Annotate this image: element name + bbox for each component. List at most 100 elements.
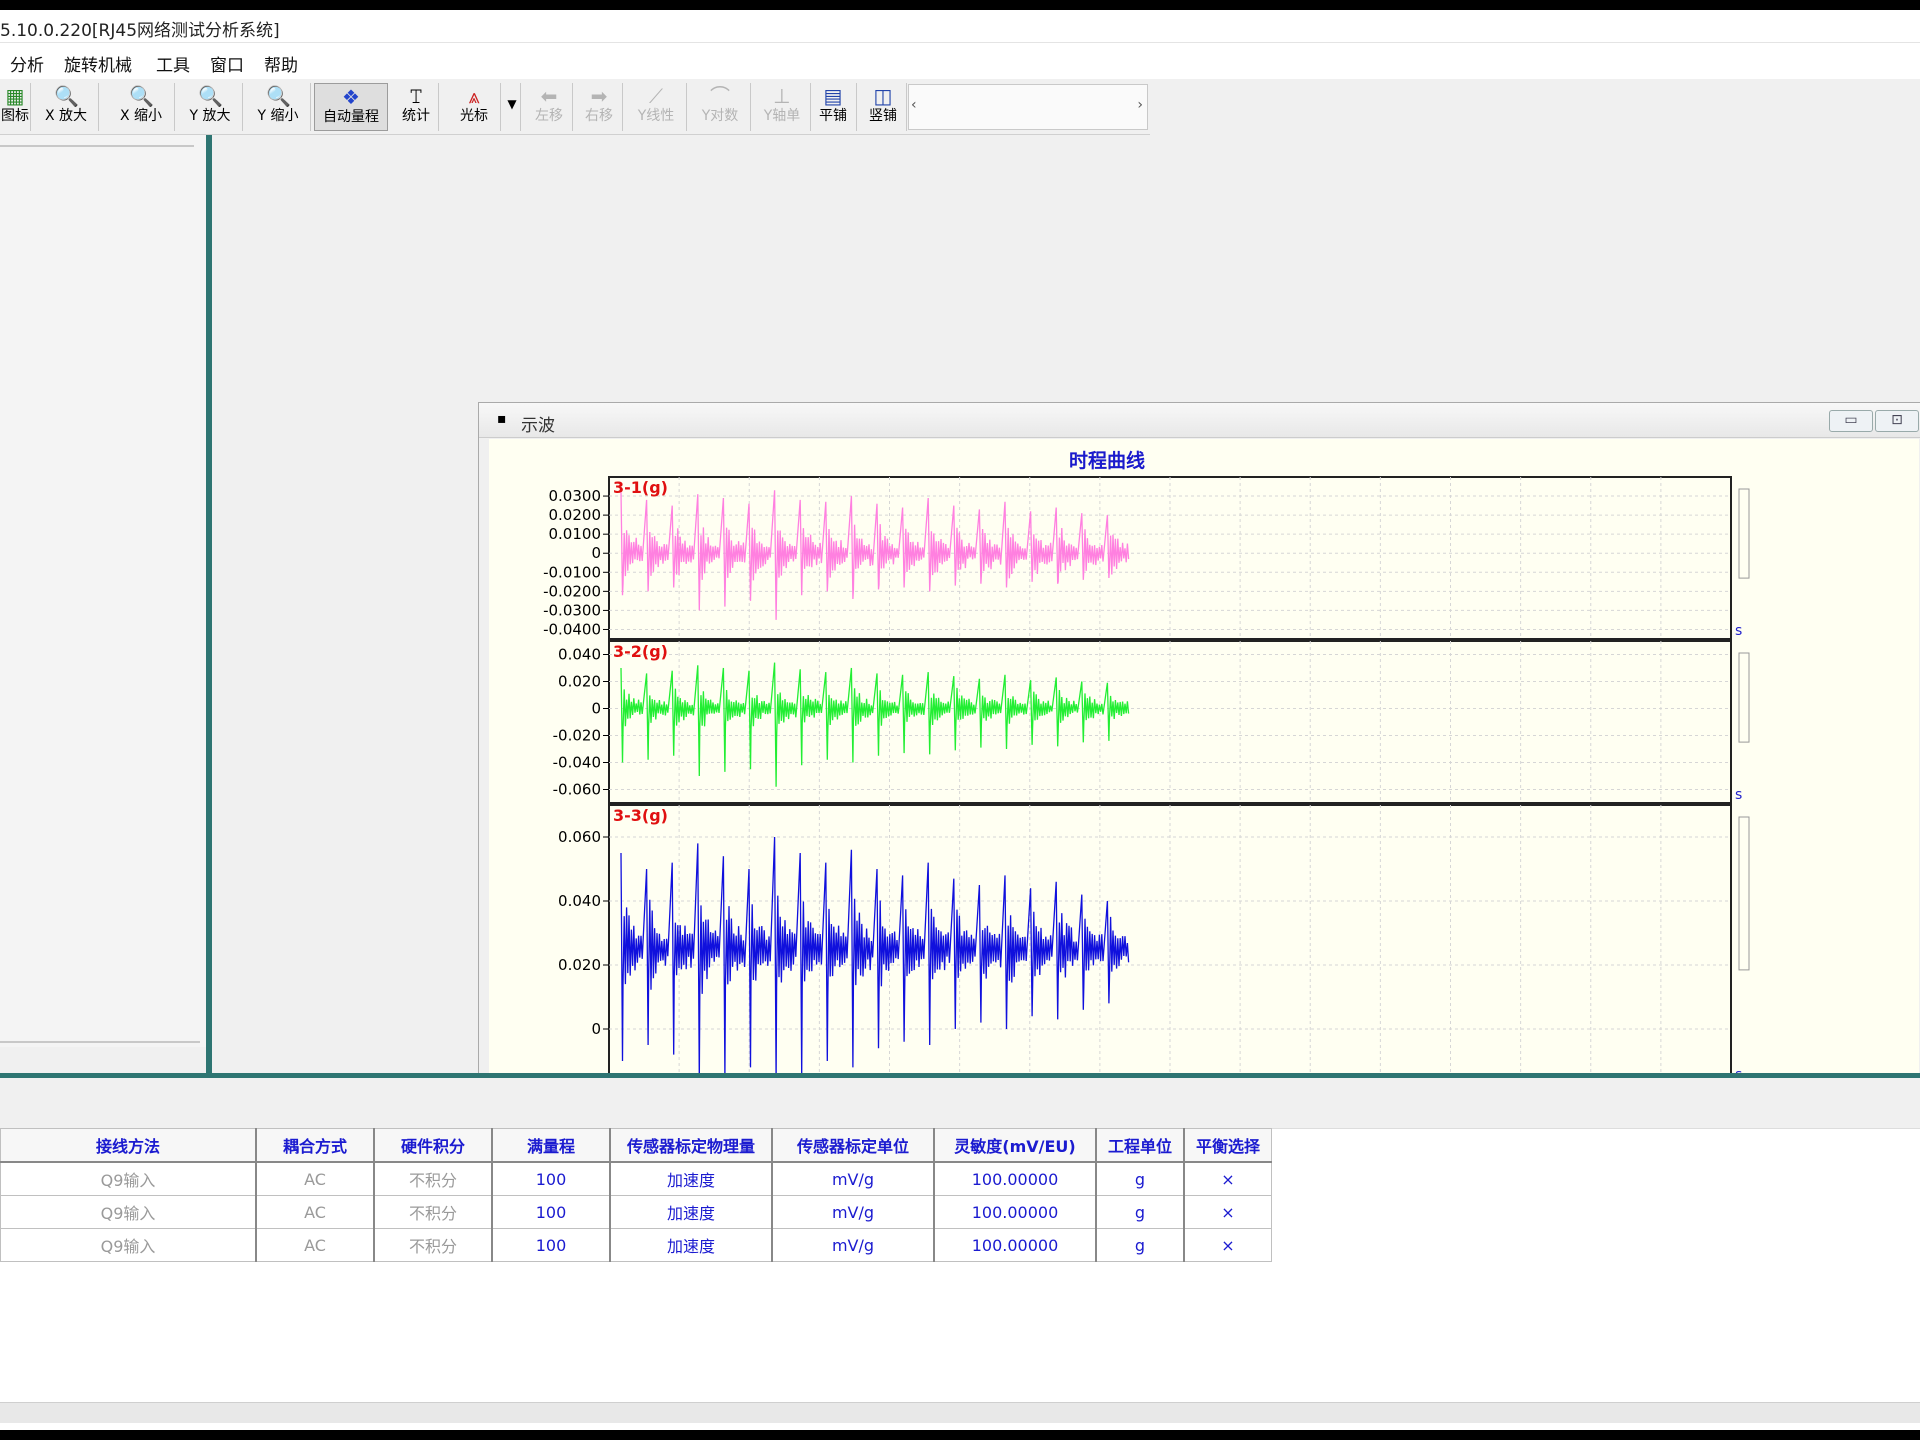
move-left-button[interactable]: ⬅ 左移 <box>526 83 573 131</box>
scroll-right-icon[interactable]: › <box>1137 97 1143 113</box>
toolbar-label: 右移 <box>585 108 613 124</box>
table-row[interactable]: Q9输入 AC 不积分 100 加速度 mV/g 100.00000 g × <box>0 1228 1272 1262</box>
y-linear-button[interactable]: ⟋ Y线性 <box>626 83 687 131</box>
table-cell[interactable]: Q9输入 <box>0 1161 257 1196</box>
toolbar-scroll-area[interactable]: ‹ › <box>908 84 1148 130</box>
y-tick-label: 0.0200 <box>549 506 602 524</box>
time-history-chart[interactable]: 时程曲线0.03000.02000.01000-0.0100-0.0200-0.… <box>489 439 1919 1083</box>
toolbar-label: 自动量程 <box>323 109 379 125</box>
table-cell[interactable]: 100.00000 <box>933 1228 1097 1262</box>
table-cell[interactable]: × <box>1183 1228 1272 1262</box>
table-cell[interactable]: AC <box>255 1161 375 1196</box>
column-header[interactable]: 平衡选择 <box>1183 1128 1272 1163</box>
y-zoom-in-button[interactable]: 🔍 Y 放大 <box>178 83 243 131</box>
chart-legend-button[interactable]: ▦ 图标 <box>0 83 31 131</box>
window-title: 5.10.0.220[RJ45网络测试分析系统] <box>0 21 280 41</box>
menu-bar: 分析 旋转机械 工具 窗口 帮助 <box>0 43 1920 79</box>
table-cell[interactable]: 加速度 <box>609 1228 773 1262</box>
zoom-in-icon: 🔍 <box>198 84 223 108</box>
y-tick-label: 0 <box>591 700 601 718</box>
toolbar-label: 左移 <box>535 108 563 124</box>
table-cell[interactable]: mV/g <box>771 1228 935 1262</box>
table-cell[interactable]: 100 <box>491 1228 611 1262</box>
y-tick-label: 0.0100 <box>549 525 602 543</box>
toolbar-label: 竖铺 <box>869 108 897 124</box>
plot-area[interactable]: 时程曲线 0.0300 0.0200 0.0100 0 -0.0100 -0.0200 -0.… <box>489 439 1919 1083</box>
toolbar-label: Y 放大 <box>189 108 231 124</box>
column-header[interactable]: 耦合方式 <box>255 1128 375 1163</box>
toolbar-label: X 放大 <box>44 108 88 124</box>
tile-horizontal-icon: ▤ <box>823 84 843 108</box>
table-cell[interactable]: mV/g <box>771 1195 935 1229</box>
column-header[interactable]: 硬件积分 <box>373 1128 493 1163</box>
table-cell[interactable]: 100 <box>491 1195 611 1229</box>
toolbar-label: 光标 <box>460 108 488 124</box>
y-axis-single-button[interactable]: ⊥ Y轴单 <box>754 83 811 131</box>
y-zoom-out-button[interactable]: 🔍 Y 缩小 <box>246 83 311 131</box>
tile-vertical-icon: ◫ <box>873 84 893 108</box>
restore-button[interactable]: ⊡ <box>1875 410 1919 432</box>
table-cell[interactable]: g <box>1095 1195 1185 1229</box>
x-zoom-in-button[interactable]: 🔍 X 放大 <box>34 83 99 131</box>
minimize-button[interactable]: ▭ <box>1829 410 1873 432</box>
toolbar-label: Y轴单 <box>763 108 801 124</box>
y-tick-label: -0.0300 <box>543 601 601 619</box>
table-cell[interactable]: 100 <box>491 1161 611 1196</box>
chart-title: 时程曲线 <box>1069 449 1145 472</box>
table-cell[interactable]: g <box>1095 1161 1185 1196</box>
menu-help[interactable]: 帮助 <box>264 51 298 76</box>
y-tick-label: -0.0200 <box>543 582 601 600</box>
channel-parameter-panel: 接线方法 耦合方式 硬件积分 满量程 传感器标定物理量 传感器标定单位 灵敏度(… <box>0 1078 1920 1430</box>
y-tick-label: -0.060 <box>553 781 601 799</box>
table-cell[interactable]: mV/g <box>771 1161 935 1196</box>
menu-window[interactable]: 窗口 <box>210 51 244 76</box>
tile-horizontal-button[interactable]: ▤ 平铺 <box>810 83 857 131</box>
table-cell[interactable]: 不积分 <box>373 1195 493 1229</box>
y-log-button[interactable]: ⌒ Y对数 <box>690 83 751 131</box>
table-row[interactable]: Q9输入 AC 不积分 100 加速度 mV/g 100.00000 g × <box>0 1161 1272 1196</box>
panel-header-line <box>0 145 194 147</box>
cursor-dropdown-button[interactable]: ▼ <box>500 83 521 131</box>
table-cell[interactable]: 加速度 <box>609 1161 773 1196</box>
x-zoom-out-button[interactable]: 🔍 X 缩小 <box>108 83 175 131</box>
child-window-title-bar[interactable]: ▪ 示波 ▭ ⊡ <box>479 403 1920 438</box>
scroll-left-icon[interactable]: ‹ <box>911 97 917 113</box>
auto-range-button[interactable]: ❖ 自动量程 <box>314 83 388 131</box>
menu-analysis[interactable]: 分析 <box>10 51 44 76</box>
statistics-button[interactable]: 𝚃 统计 <box>394 83 439 131</box>
column-header[interactable]: 传感器标定单位 <box>771 1128 935 1163</box>
table-cell[interactable]: Q9输入 <box>0 1195 257 1229</box>
menu-rotating-machinery[interactable]: 旋转机械 <box>64 51 132 76</box>
y-tick-label: 0 <box>591 1020 601 1038</box>
move-right-button[interactable]: ➡ 右移 <box>576 83 623 131</box>
column-header[interactable]: 满量程 <box>491 1128 611 1163</box>
column-header[interactable]: 传感器标定物理量 <box>609 1128 773 1163</box>
table-cell[interactable]: 不积分 <box>373 1228 493 1262</box>
y-axis-icon: ⊥ <box>773 84 791 108</box>
tile-vertical-button[interactable]: ◫ 竖铺 <box>860 83 907 131</box>
y-tick-label: -0.0100 <box>543 563 601 581</box>
table-cell[interactable]: 100.00000 <box>933 1161 1097 1196</box>
table-cell[interactable]: 100.00000 <box>933 1195 1097 1229</box>
table-cell[interactable]: Q9输入 <box>0 1228 257 1262</box>
table-cell[interactable]: AC <box>255 1195 375 1229</box>
cursor-button[interactable]: ⩓ 光标 <box>448 83 501 131</box>
table-row[interactable]: Q9输入 AC 不积分 100 加速度 mV/g 100.00000 g × <box>0 1195 1272 1229</box>
channel-tree-panel[interactable] <box>0 135 207 1047</box>
channel-table: 接线方法 耦合方式 硬件积分 满量程 传感器标定物理量 传感器标定单位 灵敏度(… <box>0 1128 1272 1262</box>
app-window: 5.10.0.220[RJ45网络测试分析系统] 分析 旋转机械 工具 窗口 帮… <box>0 10 1920 1430</box>
table-cell[interactable]: g <box>1095 1228 1185 1262</box>
column-header[interactable]: 工程单位 <box>1095 1128 1185 1163</box>
menu-tools[interactable]: 工具 <box>156 51 190 76</box>
column-header[interactable]: 灵敏度(mV/EU) <box>933 1128 1097 1163</box>
toolbar-label: 图标 <box>1 108 29 124</box>
y-tick-label: -0.040 <box>553 754 601 772</box>
table-cell[interactable]: AC <box>255 1228 375 1262</box>
table-cell[interactable]: × <box>1183 1195 1272 1229</box>
table-cell[interactable]: 不积分 <box>373 1161 493 1196</box>
table-cell[interactable]: 加速度 <box>609 1195 773 1229</box>
y-tick-label: -0.020 <box>553 727 601 745</box>
y-tick-label: -0.0400 <box>543 620 601 638</box>
table-cell[interactable]: × <box>1183 1161 1272 1196</box>
column-header[interactable]: 接线方法 <box>0 1128 257 1163</box>
